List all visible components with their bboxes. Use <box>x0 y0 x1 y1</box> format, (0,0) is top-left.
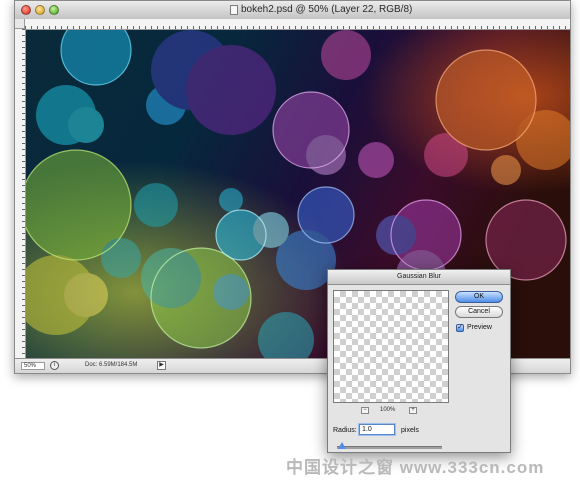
cancel-button[interactable]: Cancel <box>455 306 503 318</box>
preview-zoom-level: 100% <box>380 407 396 413</box>
ok-button[interactable]: OK <box>455 291 503 303</box>
zoom-out-button[interactable]: − <box>361 407 369 414</box>
site-watermark: 中国设计之窗 www.333cn.com <box>286 458 545 477</box>
radius-unit: pixels <box>401 427 419 434</box>
minimize-button[interactable] <box>35 5 45 15</box>
status-doc-size: Doc: 6.59M/184.5M <box>85 362 138 368</box>
radius-label: Radius: <box>333 427 357 434</box>
close-button[interactable] <box>21 5 31 15</box>
zoom-button[interactable] <box>49 5 59 15</box>
status-menu-arrow-icon[interactable]: ▶ <box>157 361 166 370</box>
zoom-in-button[interactable]: + <box>409 407 417 414</box>
status-zoom-field[interactable]: 50% <box>21 362 45 370</box>
gaussian-blur-dialog: Gaussian Blur − 100% + OK Cancel ✓ Previ… <box>327 269 511 453</box>
info-icon[interactable]: i <box>50 361 59 370</box>
dialog-title[interactable]: Gaussian Blur <box>328 270 510 285</box>
preview-checkbox-label: Preview <box>467 324 492 331</box>
filter-preview[interactable] <box>333 290 449 403</box>
radius-input[interactable]: 1.0 <box>359 424 395 435</box>
window-titlebar[interactable]: bokeh2.psd @ 50% (Layer 22, RGB/8) <box>15 1 570 20</box>
horizontal-ruler[interactable] <box>25 19 570 30</box>
vertical-ruler[interactable] <box>15 29 26 358</box>
radius-slider-track[interactable] <box>337 446 442 449</box>
document-icon <box>230 5 238 15</box>
ruler-origin[interactable] <box>15 19 25 29</box>
window-title: bokeh2.psd @ 50% (Layer 22, RGB/8) <box>241 4 413 15</box>
preview-checkbox[interactable]: ✓ <box>456 324 464 332</box>
radius-slider-thumb[interactable] <box>338 442 346 449</box>
